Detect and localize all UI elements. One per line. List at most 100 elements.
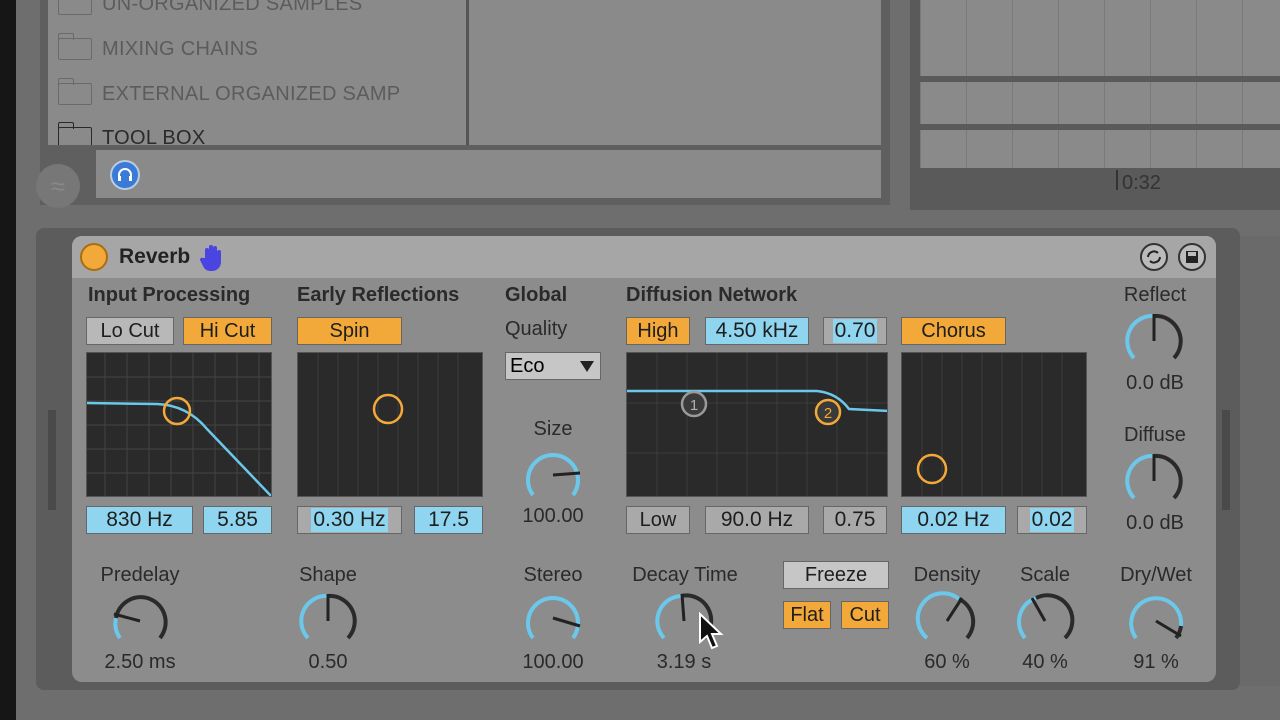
folder-icon (57, 33, 92, 60)
folder-icon (57, 78, 92, 105)
browser-item[interactable]: UN-ORGANIZED SAMPLES (58, 0, 362, 20)
low-node-label: 1 (690, 397, 698, 414)
shape-knob[interactable] (295, 588, 361, 654)
cut-button[interactable]: Cut (841, 601, 889, 629)
browser-item-label: UN-ORGANIZED SAMPLES (102, 0, 363, 15)
hand-icon (199, 244, 225, 277)
scale-label: Scale (1019, 564, 1071, 586)
shape-label: Shape (299, 564, 357, 586)
spin-amount-value: 0.30 Hz (311, 508, 388, 532)
left-edge (0, 0, 16, 720)
track-lane[interactable] (920, 130, 1280, 168)
input-freq-field[interactable]: 830 Hz (86, 506, 193, 534)
level-meter (1222, 410, 1230, 510)
chorus-display[interactable] (901, 352, 1087, 497)
decay-time-value: 3.19 s (656, 651, 712, 673)
shape-value: 0.50 (308, 651, 348, 673)
chorus-depth-field[interactable]: 0.02 (1017, 506, 1087, 534)
browser-item[interactable]: MIXING CHAINS (57, 33, 259, 65)
diffuse-value: 0.0 dB (1126, 512, 1184, 534)
low-shelf-button[interactable]: Low (626, 506, 690, 534)
stereo-value: 100.00 (522, 651, 584, 673)
predelay-value: 2.50 ms (104, 651, 176, 673)
diffusion-display[interactable]: 1 2 (626, 352, 888, 497)
predelay-knob[interactable] (107, 588, 173, 654)
scale-knob[interactable] (1012, 588, 1078, 654)
dry-wet-label: Dry/Wet (1120, 564, 1192, 586)
browser-item-label: TOOL BOX (102, 126, 206, 146)
chorus-amount-field[interactable]: 0.02 Hz (901, 506, 1006, 534)
diffusion-curve (627, 389, 887, 413)
browser-preview-pane (469, 0, 881, 145)
wave-icon[interactable]: ≈ (36, 164, 80, 208)
density-label: Density (913, 564, 981, 586)
dry-wet-value: 91 % (1133, 651, 1179, 673)
headphones-icon[interactable] (110, 160, 140, 190)
size-knob[interactable] (520, 445, 586, 511)
quality-value: Eco (510, 354, 545, 377)
time-marker-tick (1116, 170, 1118, 190)
low-value-field[interactable]: 0.75 (823, 506, 887, 534)
quality-label: Quality (505, 318, 568, 340)
time-marker: 0:32 (1122, 172, 1161, 194)
quality-dropdown[interactable]: Eco (505, 352, 601, 380)
next-device-slot (1240, 236, 1280, 686)
input-width-field[interactable]: 5.85 (203, 506, 272, 534)
low-freq-field[interactable]: 90.0 Hz (705, 506, 809, 534)
spin-depth-field[interactable]: 17.5 (414, 506, 483, 534)
early-reflections-header: Early Reflections (297, 284, 460, 306)
high-value-field[interactable]: 0.70 (823, 317, 887, 345)
device-power-button[interactable] (80, 243, 108, 271)
decay-time-label: Decay Time (632, 564, 738, 586)
reflect-label: Reflect (1123, 284, 1187, 306)
diffuse-knob[interactable] (1121, 448, 1187, 514)
chorus-button[interactable]: Chorus (901, 317, 1006, 345)
size-label: Size (533, 418, 573, 440)
high-shelf-button[interactable]: High (626, 317, 690, 345)
density-knob[interactable] (914, 588, 980, 654)
spin-amount-field[interactable]: 0.30 Hz (297, 506, 402, 534)
level-meter (48, 410, 56, 510)
device-title: Reverb (119, 245, 191, 268)
density-value: 60 % (924, 651, 970, 673)
spin-display[interactable] (297, 352, 483, 497)
save-preset-icon[interactable] (1178, 243, 1206, 271)
freeze-button[interactable]: Freeze (783, 561, 889, 589)
browser-item-label: MIXING CHAINS (102, 37, 259, 60)
browser-item-label: EXTERNAL ORGANIZED SAMP (102, 82, 401, 105)
preview-bar (96, 150, 881, 198)
diffuse-label: Diffuse (1124, 424, 1186, 446)
reflect-knob[interactable] (1121, 308, 1187, 374)
reflect-value: 0.0 dB (1126, 372, 1184, 394)
filter-curve (87, 401, 271, 496)
hi-cut-button[interactable]: Hi Cut (183, 317, 272, 345)
track-lane[interactable] (920, 82, 1280, 124)
folder-icon (57, 122, 92, 145)
browser-list: UN-ORGANIZED SAMPLES MIXING CHAINS EXTER… (48, 0, 466, 145)
mouse-cursor-icon (699, 612, 724, 650)
flat-button[interactable]: Flat (783, 601, 831, 629)
spin-button[interactable]: Spin (297, 317, 402, 345)
track-lane[interactable] (920, 0, 1280, 76)
size-value: 100.00 (522, 505, 584, 527)
device-titlebar[interactable] (72, 236, 1216, 278)
high-value: 0.70 (832, 319, 878, 343)
dropdown-arrow-icon (580, 361, 594, 372)
chorus-depth-value: 0.02 (1029, 508, 1075, 532)
input-processing-header: Input Processing (88, 284, 251, 306)
dry-wet-knob[interactable] (1123, 588, 1189, 654)
browser-item[interactable]: TOOL BOX (57, 122, 206, 146)
browser-item[interactable]: EXTERNAL ORGANIZED SAMP (57, 78, 401, 110)
high-freq-field[interactable]: 4.50 kHz (705, 317, 809, 345)
stereo-knob[interactable] (520, 588, 586, 654)
hot-swap-icon[interactable] (1140, 243, 1168, 271)
global-header: Global (505, 284, 568, 306)
arrangement-view (910, 0, 1280, 210)
input-filter-display[interactable] (86, 352, 272, 497)
stereo-label: Stereo (523, 564, 583, 586)
diffusion-network-header: Diffusion Network (626, 284, 798, 306)
lo-cut-button[interactable]: Lo Cut (86, 317, 174, 345)
predelay-label: Predelay (100, 564, 180, 586)
scale-value: 40 % (1022, 651, 1068, 673)
folder-icon (58, 0, 92, 15)
